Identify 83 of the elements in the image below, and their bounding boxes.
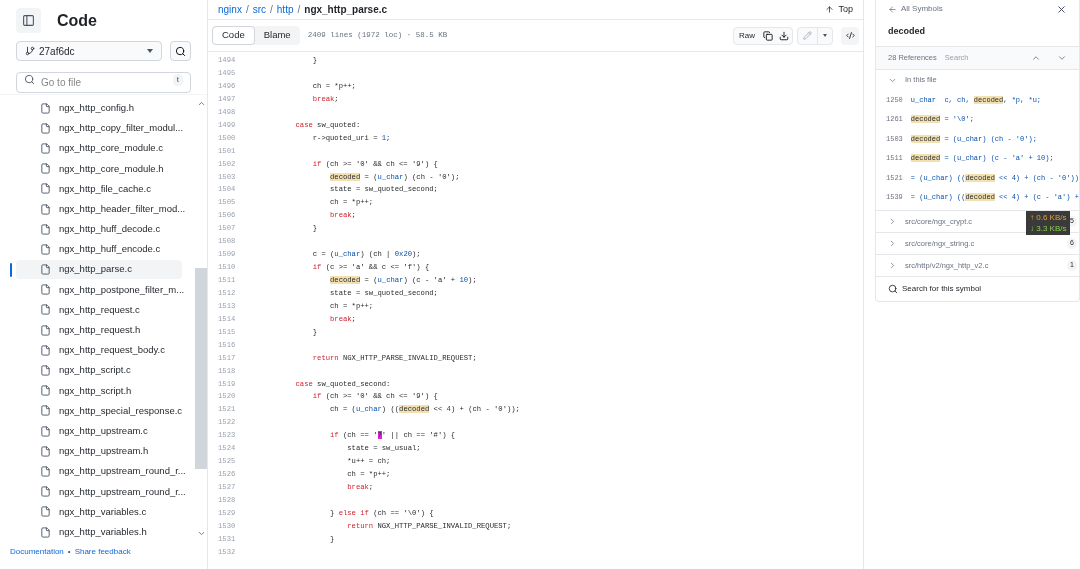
file-icon [40,324,51,336]
file-icon [40,486,51,498]
close-icon[interactable] [1056,3,1067,15]
file-icon [40,405,51,417]
breadcrumb-link[interactable]: nginx [218,2,242,17]
file-item[interactable]: ngx_http_special_response.c [16,401,182,421]
top-button[interactable]: Top [825,2,853,17]
file-item[interactable]: ngx_http_upstream.c [16,421,182,441]
collapse-sidebar-button[interactable] [16,8,41,33]
file-item[interactable]: ngx_http_variables.c [16,502,182,522]
file-item[interactable]: ngx_http_config.h [16,98,182,118]
previous-icon[interactable] [1031,53,1041,63]
breadcrumb-link[interactable]: http [276,2,294,17]
file-item[interactable]: ngx_http_request.h [16,320,182,340]
symbol-name: decoded [887,25,926,39]
file-icon [40,142,51,154]
file-icon [40,385,51,397]
file-icon [40,284,51,296]
symbols-panel-button[interactable] [841,26,859,45]
file-item[interactable]: ngx_http_script.c [16,361,182,381]
view-tab[interactable]: Code [212,26,255,45]
file-icon [40,344,51,356]
file-icon [40,183,51,195]
sidebar-title: Code [57,10,97,31]
caret-icon [823,34,827,37]
file-item[interactable]: ngx_http_request.c [16,300,182,320]
code-icon [845,31,855,40]
file-item[interactable]: ngx_http_request_body.c [16,340,182,360]
search-icon [175,45,186,57]
branch-icon [25,46,35,56]
file-item[interactable]: ngx_http_parse.c [16,260,182,280]
breadcrumb-separator: / [297,3,301,17]
file-icon [40,264,51,276]
file-icon [40,243,51,255]
search-button[interactable] [170,41,191,61]
breadcrumb-separator: / [245,3,249,17]
file-icon [40,102,51,114]
file-icon [40,526,51,538]
panel-icon [22,14,35,27]
all-symbols-link[interactable]: All Symbols [901,3,943,15]
shortcut-key: t [172,74,183,86]
file-item[interactable]: ngx_http_postpone_filter_m... [16,280,182,300]
scroll-down-icon[interactable] [196,529,206,538]
caret-icon [147,49,153,53]
branch-select[interactable]: 27af6dc [16,41,162,61]
file-item[interactable]: ngx_http_core_module.h [16,159,182,179]
file-icon [40,223,51,235]
arrow-up-icon [825,5,835,14]
scroll-up-icon[interactable] [196,99,206,108]
file-icon [40,203,51,215]
file-item[interactable]: ngx_http_upstream.h [16,441,182,461]
view-tab[interactable]: Blame [254,26,300,45]
file-icon [40,506,51,518]
separator-dot: • [67,546,71,558]
download-icon [779,30,789,41]
breadcrumb-link[interactable]: src [252,2,267,17]
file-icon [40,304,51,316]
file-icon [40,163,51,175]
copy-button[interactable] [760,30,776,41]
search-symbol-button[interactable]: Search for this symbol [876,277,994,301]
file-item[interactable]: ngx_http_file_cache.c [16,179,182,199]
pencil-icon [803,31,812,40]
search-icon [24,74,35,85]
current-file-name: ngx_http_parse.c [304,3,388,17]
file-icon [40,465,51,477]
file-icon [40,445,51,457]
file-item[interactable]: ngx_http_script.h [16,381,182,401]
breadcrumb-separator: / [270,3,273,17]
file-item[interactable]: ngx_http_core_module.c [16,138,182,158]
next-icon[interactable] [1057,53,1067,63]
file-icon [40,365,51,377]
file-item[interactable]: ngx_http_huff_encode.c [16,239,182,259]
search-icon [888,284,898,294]
network-speed-overlay: ↑ 0.6 KB/s ↓ 3.3 KB/s [1026,211,1071,235]
back-arrow-icon [888,4,897,14]
file-icon [40,122,51,134]
file-icon [40,425,51,437]
share-feedback-link[interactable]: Share feedback [74,546,131,558]
copy-icon [763,30,773,41]
file-item[interactable]: ngx_http_copy_filter_modul... [16,118,182,138]
documentation-link[interactable]: Documentation [10,546,64,558]
file-item[interactable]: ngx_http_huff_decode.c [16,219,182,239]
file-item[interactable]: ngx_http_variables.h [16,522,182,542]
